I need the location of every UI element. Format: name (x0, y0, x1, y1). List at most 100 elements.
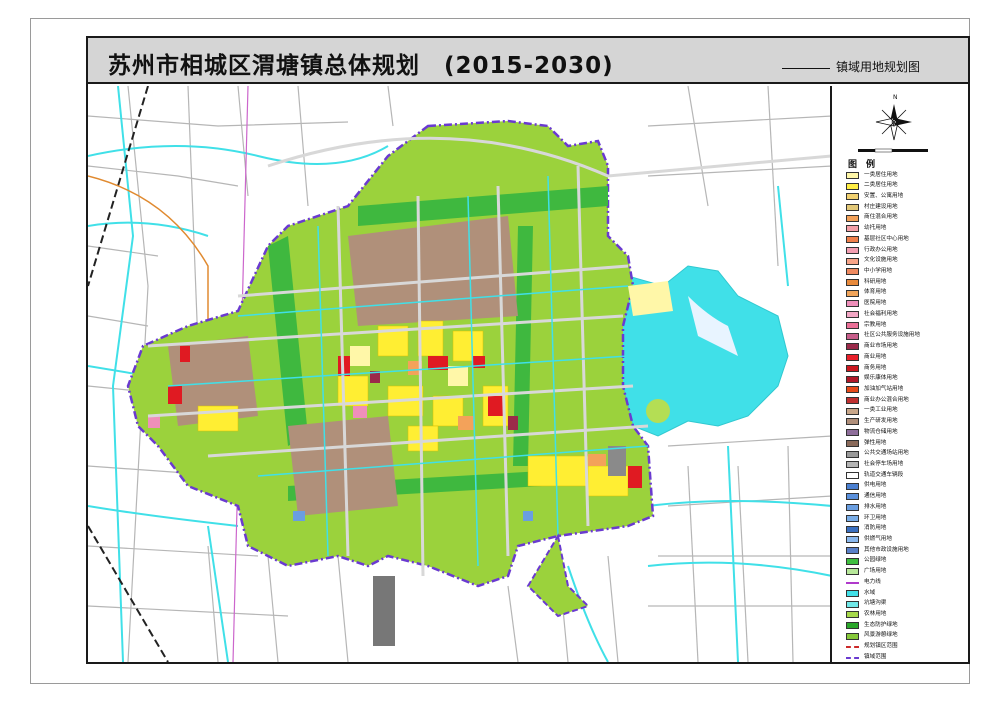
legend-label: 环卫用地 (864, 514, 887, 521)
map-title: 苏州市相城区渭塘镇总体规划 (2015-2030) (108, 53, 614, 79)
legend-item: 社会停车场用地 (846, 459, 966, 470)
legend-swatch (846, 300, 859, 308)
legend-label: 供燃气用地 (864, 536, 892, 542)
legend-swatch (846, 418, 859, 426)
legend-swatch (846, 632, 859, 640)
legend-label: 通信用地 (864, 493, 887, 500)
legend-swatch (846, 611, 859, 619)
legend-swatch (846, 171, 859, 179)
legend-swatch (846, 504, 859, 512)
legend-label: 幼托用地 (864, 225, 887, 232)
legend-swatch (846, 439, 859, 447)
legend-item: 中小学用地 (846, 266, 966, 277)
legend-swatch (846, 375, 859, 383)
legend-item: 一类居住用地 (846, 170, 966, 181)
legend-swatch (846, 461, 859, 469)
legend-item: 公园绿地 (846, 556, 966, 567)
legend-swatch (846, 536, 859, 544)
legend-swatch (846, 214, 859, 222)
legend-label: 社会福利用地 (864, 310, 898, 317)
legend-item: 物流仓储用地 (846, 427, 966, 438)
legend-label: 排水用地 (864, 503, 887, 510)
legend-swatch (846, 622, 859, 630)
legend-swatch (846, 289, 859, 297)
legend-swatch (846, 429, 859, 437)
boundary-south-spur (526, 533, 590, 618)
legend-label: 一类工业用地 (864, 407, 898, 414)
legend-label: 公园绿地 (864, 557, 887, 564)
legend-item: 文化设施用地 (846, 256, 966, 267)
legend-item: 通信用地 (846, 492, 966, 503)
legend-heading: 图 例 (848, 160, 876, 170)
legend-swatch (846, 332, 859, 340)
legend-label: 生产研发用地 (864, 418, 898, 425)
legend-label: 科研用地 (864, 278, 887, 285)
legend-swatch (846, 482, 859, 490)
legend-item: 商业市场用地 (846, 342, 966, 353)
legend-swatch (846, 182, 859, 190)
scale-bar (858, 148, 928, 153)
legend-item: 体育用地 (846, 288, 966, 299)
legend-swatch (846, 600, 859, 608)
legend-swatch (846, 204, 859, 212)
legend-item: 安置、公寓用地 (846, 191, 966, 202)
legend-label: 商务用地 (864, 364, 887, 371)
legend-label: 消防用地 (864, 525, 887, 532)
legend-item: 供燃气用地 (846, 534, 966, 545)
legend-label: 村庄建设用地 (864, 203, 898, 210)
legend-label: 广场用地 (864, 568, 887, 575)
north-label: N (893, 94, 898, 101)
legend-label: 生态防护绿地 (864, 621, 898, 628)
legend-list: 一类居住用地 二类居住用地 安置、公寓用地 村庄建设用地 商住混合用地 幼托用地 基层社区中… (846, 170, 966, 663)
map-canvas[interactable] (88, 86, 832, 662)
legend-item: 广场用地 (846, 567, 966, 578)
legend-swatch (846, 257, 859, 265)
legend-label: 一类居住用地 (864, 171, 898, 178)
legend-swatch (846, 343, 859, 351)
legend-item: 生产研发用地 (846, 417, 966, 428)
legend-item: 宗教用地 (846, 320, 966, 331)
legend-label: 公共交通场站用地 (864, 450, 909, 457)
legend-label: 供电用地 (864, 482, 887, 489)
legend-label: 二类居住用地 (864, 182, 898, 189)
legend-label: 医院用地 (864, 300, 887, 307)
orange-line (88, 175, 209, 336)
legend-label: 农林用地 (864, 611, 887, 618)
legend-swatch (846, 193, 859, 201)
legend-item: 娱乐康体用地 (846, 374, 966, 385)
legend-label: 商业办公混合用地 (864, 396, 909, 403)
legend-item: 排水用地 (846, 502, 966, 513)
legend-item: 幼托用地 (846, 224, 966, 235)
legend-item: 行政办公用地 (846, 245, 966, 256)
legend-swatch (846, 493, 859, 501)
legend-swatch (846, 279, 859, 287)
legend-item: 公共交通场站用地 (846, 449, 966, 460)
legend-item: 规划镇区范围 (846, 642, 966, 653)
legend-swatch (846, 656, 859, 659)
legend-swatch (846, 525, 859, 533)
legend-item: 生态防护绿地 (846, 620, 966, 631)
legend-label: 轨道交通车辆段 (864, 471, 904, 478)
legend-swatch (846, 450, 859, 458)
legend-swatch (846, 471, 859, 479)
legend-item: 环卫用地 (846, 513, 966, 524)
legend-swatch (846, 396, 859, 404)
legend-swatch (846, 225, 859, 233)
legend-swatch (846, 321, 859, 329)
map-subtitle: 镇域用地规划图 (836, 60, 921, 74)
legend-swatch (846, 354, 859, 362)
legend-label: 规划镇区范围 (864, 643, 898, 650)
legend-item: 一类工业用地 (846, 406, 966, 417)
land-use-map[interactable] (88, 86, 832, 662)
legend-label: 物流仓储用地 (864, 428, 898, 435)
legend-item: 电力线 (846, 577, 966, 588)
legend-item: 村庄建设用地 (846, 202, 966, 213)
legend-item: 商业办公混合用地 (846, 395, 966, 406)
legend-item: 加油加气站用地 (846, 384, 966, 395)
legend-swatch (846, 386, 859, 394)
legend-label: 娱乐康体用地 (864, 375, 898, 382)
legend-swatch (846, 364, 859, 372)
legend-item: 弹性用地 (846, 438, 966, 449)
legend-label: 电力线 (864, 578, 881, 585)
legend-swatch (846, 514, 859, 522)
